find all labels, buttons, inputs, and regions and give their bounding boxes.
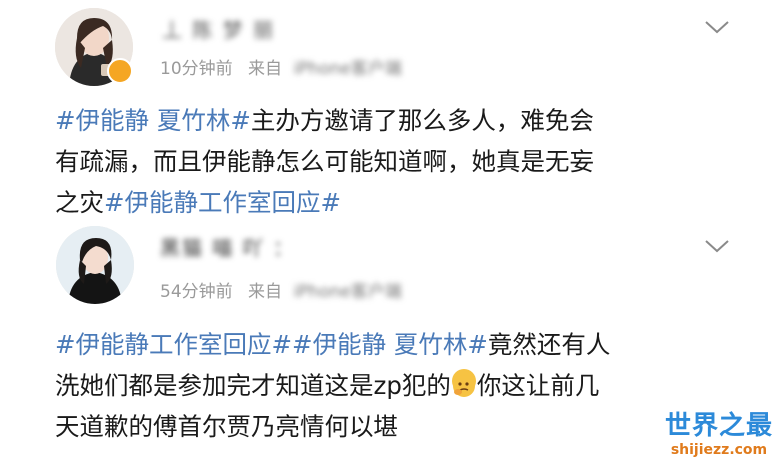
avatar-image xyxy=(56,226,134,304)
content-text: 天道歉的傅首尔贾乃亮情何以堪 xyxy=(55,412,398,441)
content-line: 天道歉的傅首尔贾乃亮情何以堪 xyxy=(55,406,610,447)
content-line: #伊能静 夏竹林#主办方邀请了那么多人，难免会 xyxy=(55,100,594,141)
post-content: #伊能静 夏竹林#主办方邀请了那么多人，难免会 有疏漏，而且伊能静怎么可能知道啊… xyxy=(55,100,594,223)
verified-badge-icon xyxy=(107,58,133,84)
source-client: iPhone客户端 xyxy=(293,59,402,79)
post-time: 10分钟前 xyxy=(160,59,233,79)
content-line: 有疏漏，而且伊能静怎么可能知道啊，她真是无妄 xyxy=(55,141,594,182)
source-client: iPhone客户端 xyxy=(293,282,402,302)
content-line: #伊能静工作室回应##伊能静 夏竹林#竟然还有人 xyxy=(55,324,610,365)
content-text: 有疏漏，而且伊能静怎么可能知道啊，她真是无妄 xyxy=(55,147,594,176)
watermark-title: 世界之最 xyxy=(664,411,773,441)
content-text: 你这让前几 xyxy=(476,371,600,400)
post-meta: 54分钟前 来自 iPhone客户端 xyxy=(160,281,402,303)
post-time: 54分钟前 xyxy=(160,282,233,302)
post-content: #伊能静工作室回应##伊能静 夏竹林#竟然还有人 洗她们都是参加完才知道这是zp… xyxy=(55,324,610,447)
hashtag[interactable]: #伊能静工作室回应##伊能静 夏竹林# xyxy=(55,330,488,359)
user-avatar[interactable] xyxy=(56,226,134,304)
post-meta: 10分钟前 来自 iPhone客户端 xyxy=(160,58,402,80)
username[interactable]: 黑猫 喵 吖 ： xyxy=(160,234,295,262)
content-line: 洗她们都是参加完才知道这是zp犯的 你这让前几 xyxy=(55,365,610,406)
watermark-url: shijiezz.com xyxy=(670,442,768,458)
site-watermark: 世界之最 shijiezz.com xyxy=(665,405,773,458)
content-text: 主办方邀请了那么多人，难免会 xyxy=(250,106,594,135)
username[interactable]: 丄 陈 梦 丽 xyxy=(162,16,275,44)
chevron-down-icon[interactable] xyxy=(703,18,731,36)
source-prefix: 来自 xyxy=(248,59,283,79)
chevron-down-icon[interactable] xyxy=(703,237,731,255)
content-text: 之灾 xyxy=(55,188,104,217)
hashtag[interactable]: #伊能静工作室回应# xyxy=(104,188,341,217)
content-line: 之灾#伊能静工作室回应# xyxy=(55,182,594,223)
content-text: 洗她们都是参加完才知道这是zp犯的 xyxy=(55,371,451,400)
source-prefix: 来自 xyxy=(248,282,283,302)
content-text: 竟然还有人 xyxy=(487,330,611,359)
thinking-emoji-icon xyxy=(451,369,476,397)
hashtag[interactable]: #伊能静 夏竹林# xyxy=(55,106,251,135)
